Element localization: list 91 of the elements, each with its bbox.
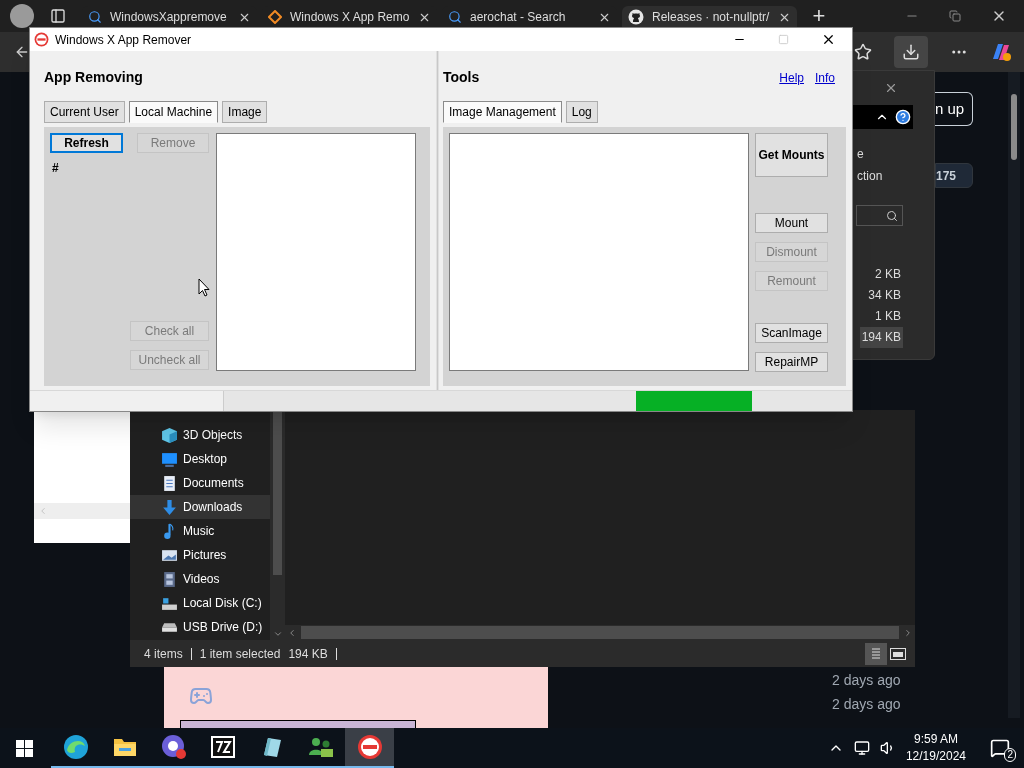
wave-logo-icon	[62, 734, 89, 760]
horizontal-scrollbar[interactable]	[34, 503, 130, 519]
panel-text: e	[857, 146, 865, 163]
no-entry-icon	[34, 32, 49, 47]
tab[interactable]: Image	[222, 101, 268, 123]
nav-item[interactable]: USB Drive (D:)	[130, 615, 270, 639]
notification-count: 2	[1004, 748, 1016, 762]
cube-icon	[161, 426, 178, 444]
mouse-pointer-icon	[198, 278, 210, 297]
item-count: 4 items	[144, 645, 183, 663]
window-title: Windows X App Remover	[55, 31, 192, 49]
nav-item[interactable]: Music	[130, 519, 270, 543]
list-view-icon	[870, 646, 882, 661]
notifications-button[interactable]: 2	[986, 734, 1014, 762]
file-size: 34 KB	[867, 287, 902, 304]
count-label: #	[51, 160, 60, 177]
nav-item[interactable]: Videos	[130, 567, 270, 591]
help-link[interactable]: Help	[779, 68, 804, 87]
section-heading: App Removing	[44, 68, 144, 87]
file-size: 1 KB	[874, 308, 902, 325]
section-heading: Tools	[443, 68, 480, 87]
vertical-scrollbar[interactable]	[270, 410, 285, 640]
swirl-logo-icon[interactable]	[990, 41, 1012, 63]
panel-text: ction	[857, 168, 884, 185]
nav-item[interactable]: Pictures	[130, 543, 270, 567]
refresh-button[interactable]: Refresh	[50, 133, 123, 153]
new-tab-button[interactable]: +	[807, 5, 831, 27]
monitor-icon	[161, 450, 178, 468]
document-icon	[161, 474, 178, 492]
film-icon	[161, 570, 178, 588]
no-entry-icon	[356, 734, 383, 760]
tool-button[interactable]: Get Mounts	[755, 133, 828, 177]
file-size: 2 KB	[874, 266, 902, 283]
chevron-right-icon[interactable]	[903, 627, 913, 638]
diamond-icon	[268, 10, 282, 24]
tool-button[interactable]: RepairMP	[755, 352, 828, 372]
archive-icon	[210, 736, 235, 758]
file-size: 194 KB	[859, 327, 903, 348]
network-icon[interactable]	[853, 740, 870, 756]
help-link[interactable]: Info	[815, 68, 835, 87]
restore-icon[interactable]	[949, 10, 961, 22]
drive-icon	[161, 622, 178, 632]
maximize-icon	[778, 34, 789, 45]
chevron-down-icon[interactable]	[272, 629, 283, 639]
selection-size: 194 KB	[288, 645, 328, 663]
close-icon[interactable]	[821, 32, 836, 47]
search-icon	[448, 10, 462, 24]
people-icon	[307, 735, 334, 759]
tab-title: Windows X App Remo	[290, 9, 410, 26]
folder-icon	[112, 736, 137, 758]
tab[interactable]: Current User	[44, 101, 125, 123]
tab[interactable]: Log	[565, 101, 598, 123]
tab-actions-icon[interactable]	[50, 8, 66, 24]
tool-button[interactable]: ScanImage	[755, 323, 828, 343]
windows-logo-icon[interactable]	[16, 739, 33, 757]
nav-item[interactable]: Downloads	[130, 495, 270, 519]
search-field[interactable]	[856, 205, 903, 226]
counter-badge: 175	[935, 163, 973, 188]
tab-title: aerochat - Search	[470, 9, 567, 26]
search-icon	[88, 10, 102, 24]
download-icon	[902, 43, 920, 61]
clock-date[interactable]: 12/19/2024	[905, 748, 966, 765]
nav-item[interactable]: Desktop	[130, 447, 270, 471]
nav-item[interactable]: Local Disk (C:)	[130, 591, 270, 615]
search-icon	[886, 209, 898, 222]
tab[interactable]: Local Machine	[128, 101, 219, 123]
tab-title: Releases · not-nullptr/	[652, 9, 770, 26]
date-text: 2 days ago	[832, 695, 901, 714]
cat-logo-icon	[628, 9, 644, 25]
horizontal-scrollbar[interactable]	[285, 625, 915, 640]
selection-info: 1 item selected	[199, 645, 281, 663]
help-icon[interactable]	[895, 109, 911, 125]
clock-time[interactable]: 9:59 AM	[913, 731, 958, 748]
view-toggle[interactable]	[865, 642, 887, 665]
downloads-button[interactable]	[894, 36, 928, 68]
back-icon[interactable]	[14, 44, 30, 60]
taskbar-app[interactable]	[345, 728, 394, 768]
tool-button[interactable]: Mount	[755, 213, 828, 233]
browser-tab[interactable]: Releases · not-nullptr/	[622, 6, 797, 28]
tab-title: WindowsXappremove	[110, 9, 228, 26]
favorites-icon[interactable]	[854, 43, 872, 61]
window-view-icon	[890, 647, 906, 660]
down-arrow-icon	[161, 498, 178, 516]
nav-item[interactable]: Documents	[130, 471, 270, 495]
page-scrollbar[interactable]	[1008, 72, 1020, 718]
tab[interactable]: Image Management	[443, 101, 562, 123]
nav-item[interactable]: 3D Objects	[130, 423, 270, 447]
profile-avatar[interactable]	[10, 4, 34, 28]
chevron-left-icon[interactable]	[287, 627, 297, 638]
date-text: 2 days ago	[832, 671, 901, 690]
chat-bubble-icon	[160, 734, 187, 760]
